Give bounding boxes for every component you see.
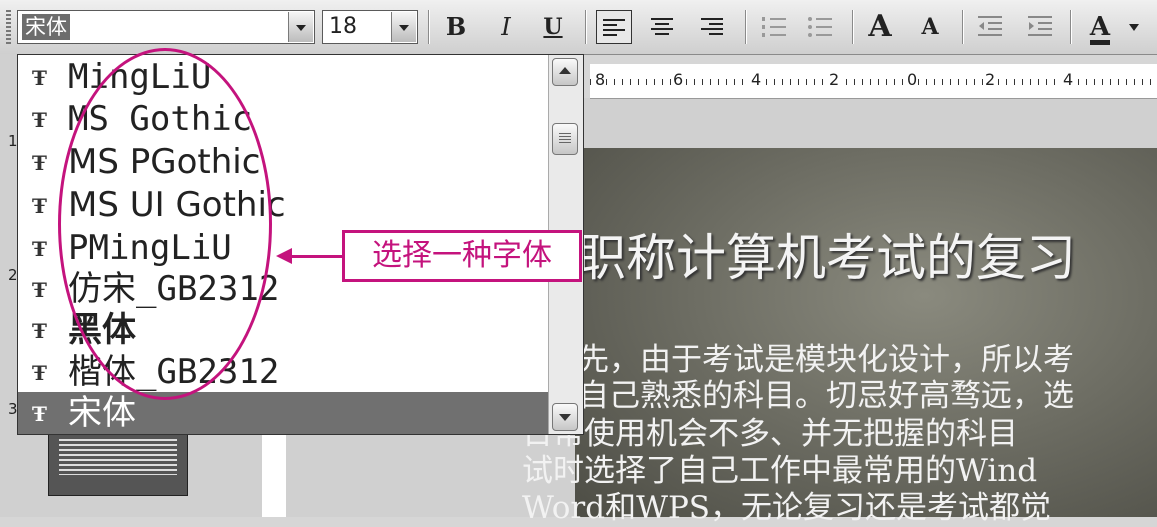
grow-font-icon: A — [868, 9, 892, 44]
bold-button[interactable]: B — [440, 10, 472, 44]
vertical-ruler — [262, 430, 286, 517]
truetype-font-icon: Ŧ — [32, 361, 47, 385]
ruler-label: 4 — [1062, 70, 1075, 89]
toolbar-separator — [745, 10, 746, 44]
font-color-dropdown-button[interactable] — [1124, 10, 1144, 44]
ruler-label: 2 — [984, 70, 997, 89]
toolbar-separator — [1070, 10, 1071, 44]
truetype-font-icon: Ŧ — [32, 278, 47, 302]
align-right-button[interactable] — [694, 10, 730, 44]
align-left-icon — [603, 19, 625, 36]
truetype-font-icon: Ŧ — [32, 108, 47, 132]
increase-indent-button[interactable] — [1022, 10, 1058, 44]
truetype-font-icon: Ŧ — [32, 319, 47, 343]
horizontal-ruler[interactable]: 8 6 4 2 0 2 4 — [590, 64, 1157, 99]
toolbar-separator — [962, 10, 963, 44]
decrease-indent-button[interactable] — [972, 10, 1008, 44]
truetype-font-icon: Ŧ — [32, 237, 47, 261]
truetype-font-icon: Ŧ — [32, 151, 47, 175]
truetype-font-icon: Ŧ — [32, 66, 47, 90]
align-left-button[interactable] — [596, 10, 632, 44]
font-color-button[interactable]: A — [1080, 10, 1120, 45]
toolbar-grip-handle[interactable] — [6, 10, 11, 44]
font-size-combobox[interactable]: 18 — [322, 10, 418, 44]
slide-body-line[interactable]: Word和WPS，无论复习还是考试都觉 — [522, 482, 1051, 527]
toolbar-separator — [852, 10, 853, 44]
toolbar-separator — [585, 10, 586, 44]
font-name-combobox[interactable]: 宋体 — [17, 10, 315, 44]
font-dropdown-arrow-icon[interactable] — [288, 12, 313, 42]
align-center-icon — [651, 18, 673, 35]
font-list-item-label: 宋体 — [68, 393, 136, 433]
size-dropdown-arrow-icon[interactable] — [391, 12, 416, 42]
grow-font-button[interactable]: A — [862, 10, 898, 44]
numbered-list-button[interactable] — [756, 10, 792, 44]
font-list-item-selected[interactable]: Ŧ 宋体 — [18, 392, 549, 434]
bullet-list-button[interactable] — [802, 10, 838, 44]
numbered-list-icon — [762, 17, 786, 37]
annotation-arrow-icon — [276, 248, 292, 264]
bullet-list-icon — [808, 17, 832, 37]
increase-indent-icon — [1028, 16, 1052, 36]
decrease-indent-icon — [978, 16, 1002, 36]
scroll-down-arrow-icon[interactable] — [552, 403, 578, 431]
ruler-label: 2 — [828, 70, 841, 89]
font-color-icon: A — [1089, 14, 1111, 45]
truetype-font-icon: Ŧ — [32, 402, 47, 426]
shrink-font-button[interactable]: A — [912, 10, 948, 44]
annotation-ellipse — [58, 48, 272, 400]
annotation-arrow-line — [290, 255, 342, 258]
underline-button[interactable]: U — [537, 10, 569, 44]
shrink-font-icon: A — [921, 14, 939, 40]
ruler-label: 6 — [672, 70, 685, 89]
italic-button[interactable]: I — [490, 10, 522, 44]
formatting-toolbar: 宋体 18 B I U A A A — [0, 0, 1157, 55]
font-name-value[interactable]: 宋体 — [22, 14, 70, 40]
scroll-up-arrow-icon[interactable] — [552, 58, 578, 86]
font-size-value[interactable]: 18 — [329, 14, 357, 40]
truetype-font-icon: Ŧ — [32, 194, 47, 218]
toolbar-separator — [428, 10, 429, 44]
ruler-label: 8 — [594, 70, 607, 89]
chevron-down-icon — [1129, 24, 1139, 31]
align-right-icon — [701, 18, 723, 35]
scroll-thumb[interactable] — [552, 123, 578, 155]
annotation-callout: 选择一种字体 — [342, 230, 582, 282]
align-center-button[interactable] — [644, 10, 680, 44]
ruler-label: 0 — [906, 70, 919, 89]
slide-title[interactable]: 职称计算机考试的复习 — [576, 218, 1076, 290]
ruler-label: 4 — [750, 70, 763, 89]
